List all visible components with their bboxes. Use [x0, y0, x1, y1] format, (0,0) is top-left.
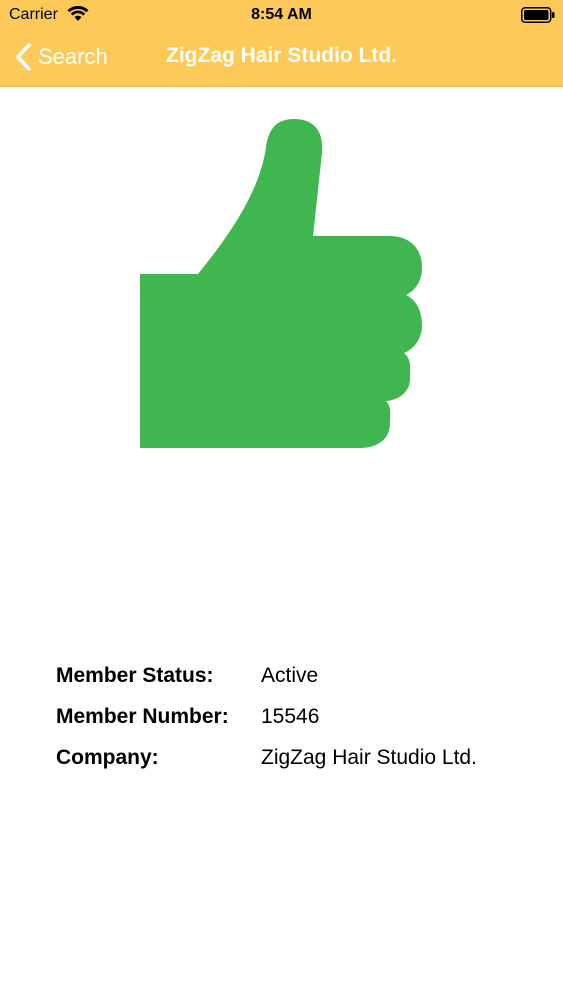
- membership-status-graphic: [138, 117, 424, 451]
- status-bar: Carrier 8:54 AM: [0, 0, 563, 30]
- member-details: Member Status: Active Member Number: 155…: [56, 664, 536, 787]
- member-number-value: 15546: [261, 705, 320, 728]
- member-status-label: Member Status:: [56, 664, 214, 687]
- thumbs-up-icon: [140, 119, 422, 448]
- status-time: 8:54 AM: [251, 6, 312, 23]
- navigation-bar: Search ZigZag Hair Studio Ltd.: [0, 30, 563, 86]
- page-title: ZigZag Hair Studio Ltd.: [166, 44, 397, 67]
- member-status-value: Active: [261, 664, 319, 687]
- company-label: Company:: [56, 746, 159, 769]
- company-value: ZigZag Hair Studio Ltd.: [261, 746, 477, 769]
- member-number-row: Member Number: 15546: [56, 705, 536, 746]
- member-number-label: Member Number:: [56, 705, 229, 728]
- header-bar: Carrier 8:54 AM Search ZigZag Hair Studi…: [0, 0, 563, 87]
- member-status-row: Member Status: Active: [56, 664, 536, 705]
- company-row: Company: ZigZag Hair Studio Ltd.: [56, 746, 536, 787]
- battery-icon: [521, 7, 555, 23]
